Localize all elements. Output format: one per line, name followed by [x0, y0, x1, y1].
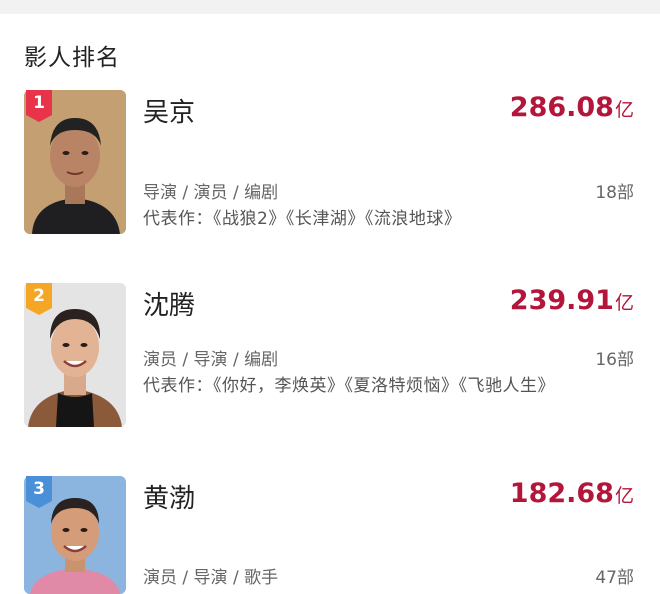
film-count: 18部 — [595, 183, 634, 203]
roles: 演员 / 导演 / 编剧 — [143, 350, 279, 370]
box-office-value: 182.68 — [509, 478, 614, 509]
top-divider — [0, 0, 660, 14]
ranking-item[interactable]: 1 吴京 286.08亿 导演 / 演员 / 编剧 18部 代表作：《战狼2》《… — [0, 90, 660, 240]
box-office: 286.08亿 — [510, 92, 634, 123]
box-office-value: 286.08 — [509, 92, 614, 123]
box-office-value: 239.91 — [509, 285, 614, 316]
representative-works: 代表作：《战狼2》《长津湖》《流浪地球》 — [143, 209, 462, 229]
person-name: 沈腾 — [143, 291, 196, 321]
person-name: 黄渤 — [143, 484, 196, 514]
ranking-item[interactable]: 3 黄渤 182.68亿 演员 / 导演 / 歌手 47部 — [0, 476, 660, 594]
box-office-unit: 亿 — [614, 292, 634, 314]
box-office-unit: 亿 — [614, 485, 634, 507]
person-name: 吴京 — [143, 98, 196, 128]
box-office: 182.68亿 — [510, 478, 634, 509]
box-office-unit: 亿 — [614, 99, 634, 121]
film-count: 16部 — [595, 350, 634, 370]
roles: 演员 / 导演 / 歌手 — [143, 568, 279, 588]
box-office: 239.91亿 — [510, 285, 634, 316]
representative-works: 代表作：《你好，李焕英》《夏洛特烦恼》《飞驰人生》 — [143, 376, 555, 396]
section-title: 影人排名 — [24, 45, 120, 71]
ranking-item[interactable]: 2 沈腾 239.91亿 演员 / 导演 / 编剧 16部 代表作：《你好，李焕… — [0, 283, 660, 433]
film-count: 47部 — [595, 568, 634, 588]
roles: 导演 / 演员 / 编剧 — [143, 183, 279, 203]
